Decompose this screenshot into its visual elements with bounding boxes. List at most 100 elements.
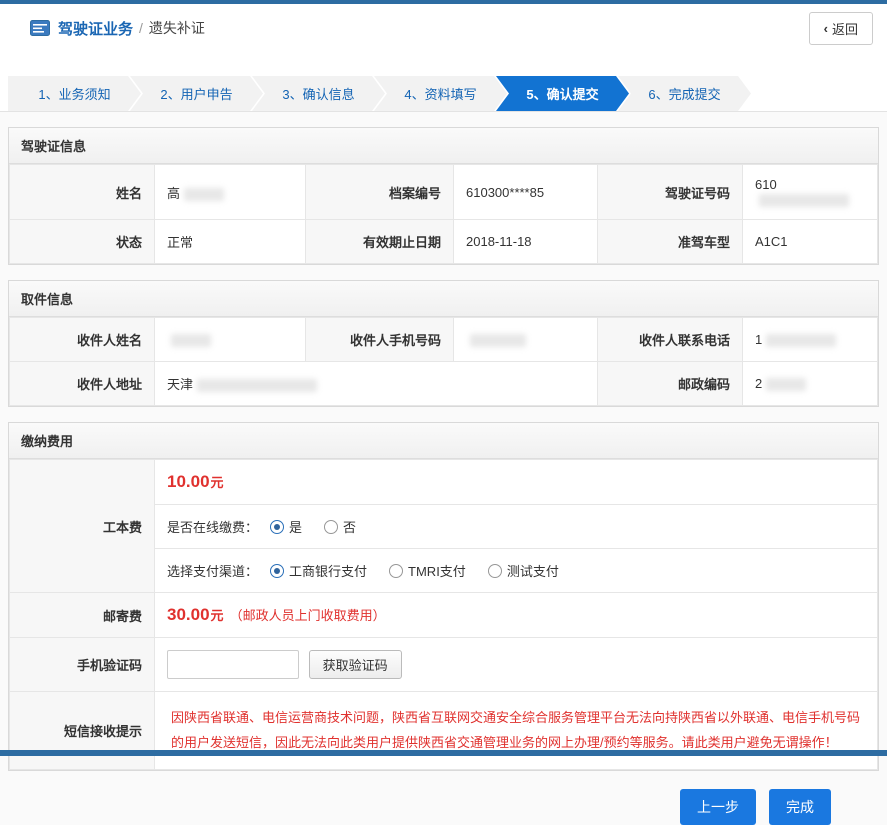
wizard-step-2: 2、用户申告 — [130, 76, 263, 111]
header-spacer — [0, 52, 887, 76]
bottom-accent-bar — [0, 750, 887, 756]
radio-label: 否 — [343, 517, 356, 536]
field-value-license-number: 610 — [743, 165, 878, 220]
field-value-text: 2 — [755, 376, 762, 391]
wizard-step-3: 3、确认信息 — [252, 76, 385, 111]
field-value-recipient-address: 天津 — [155, 362, 598, 406]
wizard-step-4: 4、资料填写 — [374, 76, 507, 111]
table-row: 工本费 10.00元 — [10, 460, 878, 505]
redacted-text — [184, 188, 224, 201]
field-label-status: 状态 — [10, 220, 155, 264]
field-value-expiry-date: 2018-11-18 — [454, 220, 598, 264]
redacted-text — [197, 379, 317, 392]
wizard-step-6: 6、完成提交 — [618, 76, 751, 111]
field-value-recipient-name — [155, 318, 306, 362]
radio-label: 测试支付 — [507, 561, 559, 580]
online-payment-question: 是否在线缴费： — [167, 517, 258, 536]
base-fee-amount: 10.00 — [167, 472, 210, 491]
base-fee-unit: 元 — [211, 475, 224, 490]
footer-actions: 上一步 完成 — [0, 771, 887, 825]
redacted-text — [759, 194, 849, 207]
postage-fee-cell: 30.00元（邮政人员上门收取费用） — [155, 593, 878, 638]
redacted-text — [766, 378, 806, 391]
radio-option-no[interactable]: 否 — [324, 517, 356, 536]
radio-option-test[interactable]: 测试支付 — [488, 561, 559, 580]
table-row: 收件人地址 天津 邮政编码 2 — [10, 362, 878, 406]
base-fee-amount-cell: 10.00元 — [155, 460, 878, 505]
table-row: 收件人姓名 收件人手机号码 收件人联系电话 1 — [10, 318, 878, 362]
field-label-recipient-address: 收件人地址 — [10, 362, 155, 406]
fees-section-title: 缴纳费用 — [9, 423, 878, 459]
field-label-file-number: 档案编号 — [306, 165, 454, 220]
redacted-text — [171, 334, 211, 347]
table-row: 短信接收提示 因陕西省联通、电信运营商技术问题，陕西省互联网交通安全综合服务管理… — [10, 692, 878, 770]
postage-fee-unit: 元 — [211, 608, 224, 623]
fees-section: 缴纳费用 工本费 10.00元 是否在线缴费： 是 否 — [8, 422, 879, 771]
finish-button[interactable]: 完成 — [769, 789, 831, 825]
redacted-text — [766, 334, 836, 347]
back-chevron-icon: ‹ — [824, 21, 828, 36]
field-value-text: 1 — [755, 332, 762, 347]
radio-label: TMRI支付 — [408, 561, 466, 580]
field-value-vehicle-class: A1C1 — [743, 220, 878, 264]
pickup-info-section-title: 取件信息 — [9, 281, 878, 317]
captcha-input[interactable] — [167, 650, 299, 679]
field-label-recipient-name: 收件人姓名 — [10, 318, 155, 362]
field-label-license-number: 驾驶证号码 — [598, 165, 743, 220]
radio-option-tmri[interactable]: TMRI支付 — [389, 561, 466, 580]
field-label-recipient-phone: 收件人联系电话 — [598, 318, 743, 362]
payment-channel-question: 选择支付渠道： — [167, 561, 258, 580]
field-value-text: 天津 — [167, 377, 193, 392]
page-title: 驾驶证业务 — [58, 18, 133, 39]
field-value-text: 高 — [167, 186, 180, 201]
page-header: 驾驶证业务 / 遗失补证 ‹ 返回 — [0, 4, 887, 52]
field-label-postage-fee: 邮寄费 — [10, 593, 155, 638]
back-button-label: 返回 — [832, 19, 858, 38]
wizard-step-5-active: 5、确认提交 — [496, 76, 629, 111]
field-value-text: A1C1 — [755, 234, 788, 249]
payment-channel-row: 选择支付渠道： 工商银行支付 TMRI支付 测试支付 — [155, 549, 878, 593]
back-button[interactable]: ‹ 返回 — [809, 12, 873, 45]
field-value-status: 正常 — [155, 220, 306, 264]
pickup-info-section: 取件信息 收件人姓名 收件人手机号码 收件人联系电话 1 收件人地址 天津 邮政… — [8, 280, 879, 407]
field-value-zip-code: 2 — [743, 362, 878, 406]
get-captcha-button[interactable]: 获取验证码 — [309, 650, 402, 679]
online-payment-row: 是否在线缴费： 是 否 — [155, 505, 878, 549]
sms-notice-cell: 因陕西省联通、电信运营商技术问题，陕西省互联网交通安全综合服务管理平台无法向持陕… — [155, 692, 878, 770]
license-document-icon — [30, 20, 50, 36]
radio-label: 是 — [289, 517, 302, 536]
table-row: 状态 正常 有效期止日期 2018-11-18 准驾车型 A1C1 — [10, 220, 878, 264]
wizard-steps: 1、业务须知 2、用户申告 3、确认信息 4、资料填写 5、确认提交 6、完成提… — [0, 76, 887, 112]
captcha-cell: 获取验证码 — [155, 638, 878, 692]
field-label-recipient-mobile: 收件人手机号码 — [306, 318, 454, 362]
postage-fee-note: （邮政人员上门收取费用） — [230, 608, 386, 623]
license-info-section: 驾驶证信息 姓名 高 档案编号 610300****85 驾驶证号码 610 状… — [8, 127, 879, 265]
radio-option-icbc[interactable]: 工商银行支付 — [270, 561, 367, 580]
breadcrumb-separator: / — [139, 20, 143, 36]
field-label-captcha: 手机验证码 — [10, 638, 155, 692]
page-subtitle: 遗失补证 — [149, 18, 205, 38]
previous-step-button[interactable]: 上一步 — [680, 789, 756, 825]
radio-unselected-icon — [488, 564, 502, 578]
field-value-text: 正常 — [167, 235, 193, 250]
fees-table: 工本费 10.00元 是否在线缴费： 是 否 — [9, 459, 878, 770]
redacted-text — [470, 334, 526, 347]
radio-selected-icon — [270, 520, 284, 534]
radio-unselected-icon — [389, 564, 403, 578]
field-label-base-fee: 工本费 — [10, 460, 155, 593]
radio-selected-icon — [270, 564, 284, 578]
field-value-recipient-mobile — [454, 318, 598, 362]
field-value-text: 610 — [755, 177, 777, 192]
field-value-name: 高 — [155, 165, 306, 220]
field-value-text: 610300****85 — [466, 185, 544, 200]
field-value-recipient-phone: 1 — [743, 318, 878, 362]
license-info-table: 姓名 高 档案编号 610300****85 驾驶证号码 610 状态 正常 有… — [9, 164, 878, 264]
table-row: 邮寄费 30.00元（邮政人员上门收取费用） — [10, 593, 878, 638]
field-value-file-number: 610300****85 — [454, 165, 598, 220]
radio-option-yes[interactable]: 是 — [270, 517, 302, 536]
pickup-info-table: 收件人姓名 收件人手机号码 收件人联系电话 1 收件人地址 天津 邮政编码 2 — [9, 317, 878, 406]
radio-unselected-icon — [324, 520, 338, 534]
table-row: 手机验证码 获取验证码 — [10, 638, 878, 692]
license-info-section-title: 驾驶证信息 — [9, 128, 878, 164]
field-label-zip-code: 邮政编码 — [598, 362, 743, 406]
